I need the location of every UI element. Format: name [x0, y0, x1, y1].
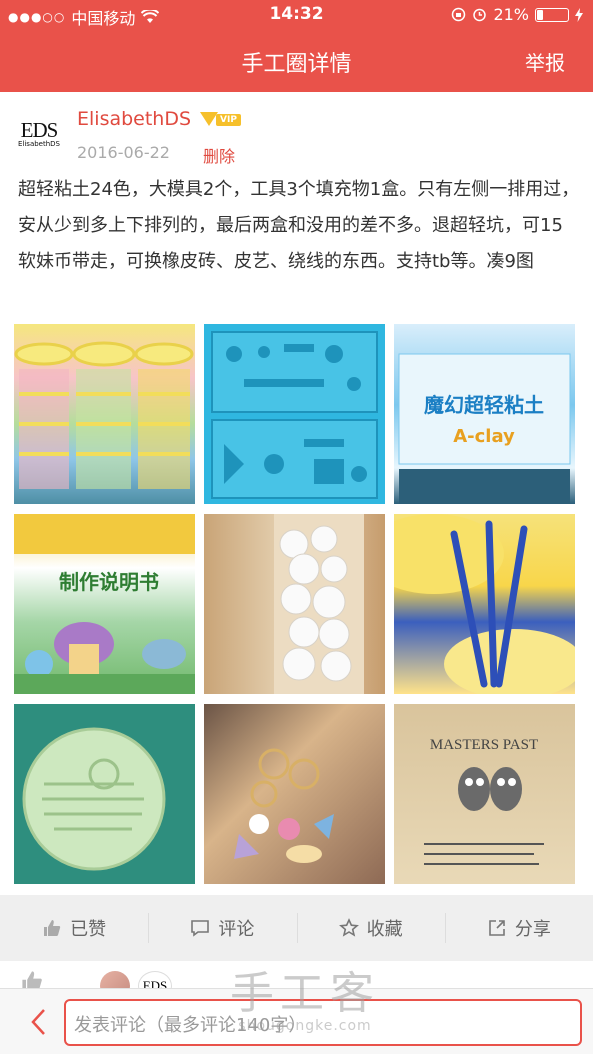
photo-stamp-label: MASTERS PAST	[430, 737, 538, 753]
avatar-logo-text: EDS	[20, 118, 59, 142]
username[interactable]: ElisabethDS	[77, 108, 191, 130]
comment-label: 评论	[218, 919, 255, 940]
photo-grid: 魔幻超轻粘土 A-clay 制作说明书 MASTERS PAST	[14, 324, 575, 884]
share-button[interactable]: 分享	[444, 895, 593, 961]
comment-input[interactable]: 发表评论（最多评论140字）	[64, 999, 582, 1046]
photo-foam-balls[interactable]	[204, 514, 385, 694]
share-icon	[489, 920, 505, 936]
comment-icon	[191, 920, 210, 937]
photo-blue-tools[interactable]	[394, 514, 575, 694]
page-title: 手工圈详情	[241, 52, 352, 77]
photo-clay-tubs[interactable]	[14, 324, 195, 504]
diamond-icon	[200, 112, 218, 126]
thumbs-up-icon	[44, 920, 61, 936]
share-label: 分享	[514, 919, 551, 940]
post-description: 超轻粘土24色，大模具2个，工具3个填充物1盒。只有左侧一排用过，安从少到多上下…	[18, 179, 580, 272]
vip-label: VIP	[216, 114, 241, 126]
photo-box-sublabel: A-clay	[453, 426, 515, 447]
battery-icon	[535, 7, 569, 22]
comment-button[interactable]: 评论	[148, 895, 296, 961]
photo-cat-stamp[interactable]: MASTERS PAST	[394, 704, 575, 884]
charging-icon	[575, 7, 583, 22]
report-button[interactable]: 举报	[525, 47, 565, 76]
action-bar: 已赞 评论 收藏 分享	[0, 895, 593, 961]
avatar[interactable]: EDS ElisabethDS	[14, 120, 64, 150]
back-arrow-icon[interactable]	[28, 1007, 50, 1037]
nav-bar: 手工圈详情 举报	[0, 30, 593, 92]
photo-green-stamp[interactable]	[14, 704, 195, 884]
avatar-logo-subtext: ElisabethDS	[17, 140, 60, 148]
comment-bar: 发表评论（最多评论140字）	[0, 988, 593, 1054]
favorite-label: 收藏	[366, 919, 403, 940]
orientation-lock-icon	[452, 7, 466, 22]
like-label: 已赞	[70, 919, 107, 940]
delete-button[interactable]: 删除	[203, 143, 235, 167]
photo-instruction-sheet[interactable]: 制作说明书	[14, 514, 195, 694]
photo-blue-mold[interactable]	[204, 324, 385, 504]
like-button[interactable]: 已赞	[0, 895, 148, 961]
photo-sheet-label: 制作说明书	[59, 570, 159, 594]
photo-clay-box[interactable]: 魔幻超轻粘土 A-clay	[394, 324, 575, 504]
alarm-icon	[473, 8, 487, 22]
post-card: EDS ElisabethDS ElisabethDS VIP 2016-06-…	[0, 92, 593, 895]
status-bar: ●●●○○ 中国移动 14:32 21%	[0, 0, 593, 30]
vip-badge: VIP	[200, 112, 241, 126]
star-icon	[338, 918, 359, 937]
battery-percent: 21%	[493, 5, 529, 24]
photo-box-label: 魔幻超轻粘土	[424, 393, 544, 417]
photo-charms[interactable]	[204, 704, 385, 884]
post-date: 2016-06-22	[77, 143, 170, 162]
favorite-button[interactable]: 收藏	[296, 895, 445, 961]
